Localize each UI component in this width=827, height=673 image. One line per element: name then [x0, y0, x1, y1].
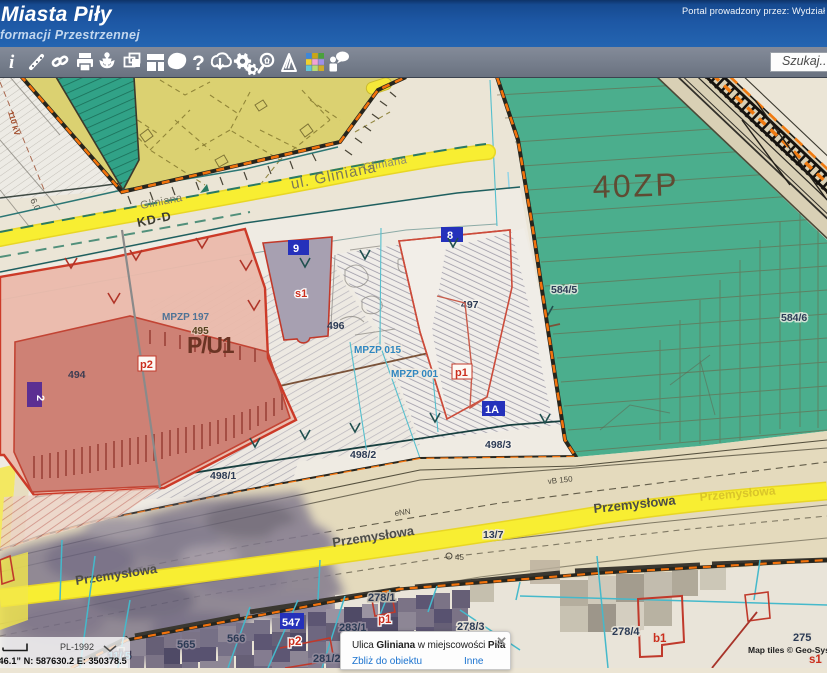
svg-text:?: ?: [192, 52, 205, 75]
svg-text:281/2: 281/2: [313, 653, 341, 665]
svg-text:494: 494: [68, 369, 86, 381]
svg-text:496: 496: [327, 320, 345, 332]
svg-text:p2: p2: [288, 636, 301, 648]
svg-text:s1: s1: [295, 288, 307, 300]
svg-text:565: 565: [177, 639, 195, 651]
svg-text:498/1: 498/1: [210, 470, 236, 482]
svg-text:i: i: [9, 52, 15, 73]
svg-text:MPZP 197: MPZP 197: [162, 312, 209, 323]
svg-text:278/4: 278/4: [612, 626, 640, 638]
svg-text:s1: s1: [809, 654, 822, 666]
svg-text:45: 45: [455, 553, 464, 562]
svg-text:P/U1: P/U1: [187, 332, 235, 358]
svg-text:’46.1” N: 587630.2 E: 350378: ’46.1” N: 587630.2 E: 350378.5: [0, 656, 127, 666]
svg-text:b1: b1: [653, 633, 667, 645]
svg-text:p2: p2: [140, 359, 153, 371]
svg-text:584/6: 584/6: [781, 312, 807, 324]
svg-text:PL-1992: PL-1992: [60, 642, 94, 652]
svg-text:2: 2: [34, 395, 46, 401]
svg-text:40ZP: 40ZP: [592, 166, 680, 205]
svg-text:275: 275: [793, 632, 811, 644]
svg-text:p1: p1: [378, 614, 392, 626]
svg-text:MPZP 015: MPZP 015: [354, 345, 401, 356]
svg-text:MPZP 001: MPZP 001: [391, 369, 438, 380]
svg-text:1A: 1A: [485, 404, 499, 416]
svg-text:p1: p1: [455, 367, 468, 379]
svg-text:498/3: 498/3: [485, 439, 511, 451]
svg-text:278/1: 278/1: [368, 592, 396, 604]
svg-text:498/2: 498/2: [350, 449, 376, 461]
svg-text:584/5: 584/5: [551, 284, 577, 296]
svg-text:547: 547: [282, 617, 300, 629]
svg-text:9: 9: [293, 243, 299, 255]
svg-text:497: 497: [461, 299, 479, 311]
svg-text:13/7: 13/7: [483, 529, 504, 541]
svg-text:566: 566: [227, 633, 245, 645]
